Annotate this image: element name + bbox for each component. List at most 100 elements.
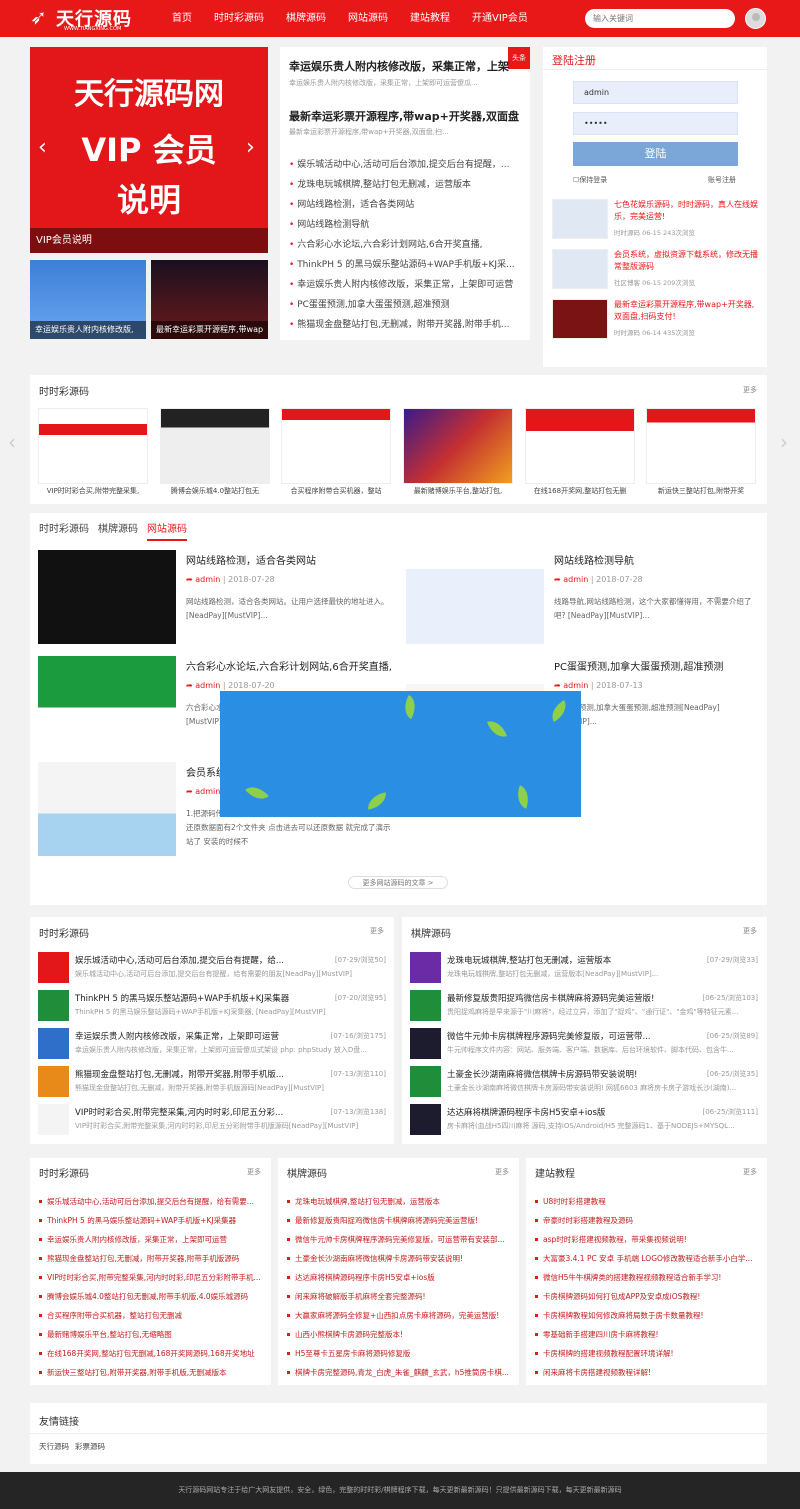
news-list-item[interactable]: • 幸运娱乐贵人附内核修改版，采集正常，上架即可运营: [289, 277, 525, 290]
tab-ssc[interactable]: 时时彩源码: [39, 520, 89, 535]
list-link[interactable]: 最新赌博娱乐平台,整站打包,无缩略图: [39, 1329, 265, 1340]
banner-next-icon[interactable]: ›: [246, 135, 255, 160]
article-title[interactable]: 网站线路检测，适合各类网站: [186, 552, 391, 567]
login-list-item[interactable]: 会员系统，虚拟资源下载系统，修改无播常整版源码 社区博客 06-15 209次浏…: [552, 249, 762, 293]
list-link[interactable]: 龙珠电玩城棋牌,整站打包无删减，运营版本: [287, 1196, 513, 1207]
carousel-caption[interactable]: 腾博会娱乐城4.0整站打包无: [160, 486, 270, 496]
list-link[interactable]: 在线168开奖网,整站打包无删减,168开奖网源码,168开奖地址: [39, 1348, 265, 1359]
nav-item-home[interactable]: 首页: [172, 0, 192, 37]
list-title[interactable]: 龙珠电玩城棋牌,整站打包无删减，运营版本: [447, 954, 687, 966]
more-link[interactable]: 更多: [743, 1167, 757, 1177]
floating-ad-overlay[interactable]: [220, 691, 581, 817]
carousel-image[interactable]: [38, 408, 148, 484]
list-item[interactable]: VIP时时彩合买,附带完整采集,河内时时彩,印尼五分彩... [07-13/浏览1…: [38, 1102, 386, 1138]
news-list-item[interactable]: • 网站线路检测，适合各类网站: [289, 197, 525, 210]
list-title[interactable]: ThinkPH 5 的黑马娱乐整站源码+WAP手机版+KJ采集器: [75, 992, 315, 1004]
nav-item-ssc[interactable]: 时时彩源码: [214, 0, 264, 37]
more-link[interactable]: 更多: [743, 385, 757, 395]
list-link[interactable]: 土豪金长沙湖南麻将微信棋牌卡房源码带安装说明!: [287, 1253, 513, 1264]
list-link[interactable]: VIP时时彩合买,附带完整采集,河内时时彩,印尼五分彩附带手机...: [39, 1272, 265, 1283]
list-title[interactable]: 最新修复版贵阳捉鸡微信房卡棋牌麻将源码完美运营版!: [447, 992, 687, 1004]
list-link[interactable]: 卡房棋牌的搭建视频教程配置环境详解!: [535, 1348, 761, 1359]
list-title[interactable]: 娱乐城活动中心,活动可后台添加,提交后台有提醒，给...: [75, 954, 315, 966]
list-link[interactable]: asp时时彩搭建视频教程，带采集视频说明!: [535, 1234, 761, 1245]
tab-website[interactable]: 网站源码: [147, 520, 187, 541]
login-list-item[interactable]: 最新幸运彩票开源程序,带wap+开奖器,双面盘,扫码支付! 时时源码 06-14…: [552, 299, 762, 343]
list-item[interactable]: 最新修复版贵阳捉鸡微信房卡棋牌麻将源码完美运营版! [06-25/浏览103] 贵阳…: [410, 988, 758, 1024]
more-link[interactable]: 更多: [247, 1167, 261, 1177]
list-link[interactable]: 合买程序附带合买机器，整站打包无删减: [39, 1310, 265, 1321]
list-link[interactable]: 微信H5牛牛棋牌类的搭建教程视频教程适合新手学习!: [535, 1272, 761, 1283]
password-field[interactable]: [573, 112, 738, 135]
more-link[interactable]: 更多: [370, 926, 384, 936]
login-list-item[interactable]: 七色花娱乐源码，时时源码，真人在线娱乐，完美运营! 时时源码 06-15 243…: [552, 199, 762, 243]
article-card[interactable]: 网站线路检测，适合各类网站 ➦ admin | 2018-07-28 网站线路检…: [38, 550, 393, 650]
carousel-caption[interactable]: 新运快三整站打包,附带开奖: [646, 486, 756, 496]
nav-item-vip[interactable]: 开通VIP会员: [472, 0, 528, 37]
list-link[interactable]: 微信牛元帅卡房棋牌程序源码完美修复版，可运营带有安装部...: [287, 1234, 513, 1245]
carousel-image[interactable]: [646, 408, 756, 484]
friend-link[interactable]: 天行源码: [39, 1441, 69, 1452]
login-button[interactable]: 登陆: [573, 142, 738, 166]
list-link[interactable]: U8时时彩搭建教程: [535, 1196, 761, 1207]
banner-caption[interactable]: VIP会员说明: [30, 228, 268, 253]
list-title[interactable]: 熊猫现金盘整站打包,无删减，附带开奖器,附带手机版...: [75, 1068, 315, 1080]
list-link[interactable]: 卡房棋牌源码如何打包成APP及安卓成iOS教程!: [535, 1291, 761, 1302]
banner-prev-icon[interactable]: ‹: [38, 135, 47, 160]
news-list-item[interactable]: • 网站线路检测导航: [289, 217, 525, 230]
list-item[interactable]: 达达麻将棋牌源码程序卡房H5安卓+ios版 [06-25/浏览111] 房卡麻将(血…: [410, 1102, 758, 1138]
list-title[interactable]: 会员系统，虚拟资源下载系统，修改无播常整版源码: [614, 249, 762, 273]
list-link[interactable]: 腾博会娱乐城4.0整站打包无删减,附带手机版,4.0娱乐城源码: [39, 1291, 265, 1302]
list-title[interactable]: 幸运娱乐贵人附内核修改版，采集正常，上架即可运营: [75, 1030, 315, 1042]
banner-thumb-2[interactable]: 最新幸运彩票开源程序,带wap: [151, 260, 268, 339]
list-link[interactable]: 最新修复版贵阳捉鸡微信房卡棋牌麻将源码完美运营版!: [287, 1215, 513, 1226]
article-title[interactable]: 六合彩心水论坛,六合彩计划网站,6合开奖直播,: [186, 658, 391, 673]
list-link[interactable]: 新运快三整站打包,附带开奖器,附带手机版,无删减版本: [39, 1367, 265, 1378]
list-item[interactable]: 微信牛元帅卡房棋牌程序源码完美修复版，可运营带... [06-25/浏览89] 牛元…: [410, 1026, 758, 1062]
headline-title[interactable]: 幸运娱乐贵人附内核修改版，采集正常，上架: [289, 58, 509, 74]
list-link[interactable]: 熊猫现金盘整站打包,无删减，附带开奖器,附带手机版源码: [39, 1253, 265, 1264]
carousel-prev-icon[interactable]: ‹: [8, 430, 16, 454]
tab-qipai[interactable]: 棋牌源码: [98, 520, 138, 535]
list-title[interactable]: 七色花娱乐源码，时时源码，真人在线娱乐，完美运营!: [614, 199, 762, 223]
carousel-image[interactable]: [525, 408, 635, 484]
carousel-caption[interactable]: 合买程序附带合买机器，整站: [281, 486, 391, 496]
list-title[interactable]: 达达麻将棋牌源码程序卡房H5安卓+ios版: [447, 1106, 687, 1118]
username-field[interactable]: [573, 81, 738, 104]
list-item[interactable]: 龙珠电玩城棋牌,整站打包无删减，运营版本 [07-29/浏览33] 龙珠电玩城棋牌,…: [410, 950, 758, 986]
list-link[interactable]: H5至尊卡五星房卡麻将源码修复版: [287, 1348, 513, 1359]
article-title[interactable]: 网站线路检测导航: [554, 552, 759, 567]
nav-item-tutorial[interactable]: 建站教程: [410, 0, 450, 37]
article-title[interactable]: PC蛋蛋预测,加拿大蛋蛋预测,超准预测: [554, 658, 759, 673]
vip-banner[interactable]: 天行源码网 VIP 会员 说明 ‹ › VIP会员说明: [30, 47, 268, 253]
list-link[interactable]: 娱乐城活动中心,活动可后台添加,提交后台有提醒，给有需要...: [39, 1196, 265, 1207]
remember-checkbox[interactable]: ☐保持登录: [573, 175, 607, 185]
list-link[interactable]: 闲来麻将卡房搭建视频教程详解!: [535, 1367, 761, 1378]
nav-item-website[interactable]: 网站源码: [348, 0, 388, 37]
search-input[interactable]: [585, 9, 735, 28]
list-item[interactable]: 熊猫现金盘整站打包,无删减，附带开奖器,附带手机版... [07-13/浏览110…: [38, 1064, 386, 1100]
list-item[interactable]: 幸运娱乐贵人附内核修改版，采集正常，上架即可运营 [07-16/浏览175] 幸运娱…: [38, 1026, 386, 1062]
list-link[interactable]: 大赢家麻将源码全修复+山西扣点房卡麻将源码，完美运营版!: [287, 1310, 513, 1321]
register-link[interactable]: 账号注册: [708, 175, 736, 185]
list-link[interactable]: 幸运娱乐贵人附内核修改版，采集正常，上架即可运营: [39, 1234, 265, 1245]
list-title[interactable]: 土豪金长沙湖南麻将微信棋牌卡房源码带安装说明!: [447, 1068, 687, 1080]
list-link[interactable]: 帝豪时时彩搭建教程及源码: [535, 1215, 761, 1226]
carousel-caption[interactable]: VIP时时彩合买,附带完整采集,: [38, 486, 148, 496]
nav-item-qipai[interactable]: 棋牌源码: [286, 0, 326, 37]
list-link[interactable]: 山西小熊棋牌卡房源码完整版本!: [287, 1329, 513, 1340]
list-title[interactable]: 最新幸运彩票开源程序,带wap+开奖器,双面盘,扫码支付!: [614, 299, 762, 323]
list-link[interactable]: 棋牌卡房完整源码,青龙_白虎_朱雀_麒麟_玄武，h5推筒房卡棋...: [287, 1367, 513, 1378]
site-logo[interactable]: ➶ 天行源码 WWW.TIANGXING.COM: [30, 4, 158, 34]
more-link[interactable]: 更多: [743, 926, 757, 936]
list-link[interactable]: ThinkPH 5 的黑马娱乐整站源码+WAP手机版+KJ采集器: [39, 1215, 265, 1226]
carousel-caption[interactable]: 在线168开奖网,整站打包无删: [525, 486, 635, 496]
headline-title[interactable]: 最新幸运彩票开源程序,带wap+开奖器,双面盘: [289, 108, 519, 124]
list-link[interactable]: 达达麻将棋牌源码程序卡房H5安卓+ios版: [287, 1272, 513, 1283]
carousel-image[interactable]: [160, 408, 270, 484]
news-list-item[interactable]: • 熊猫现金盘整站打包,无删减，附带开奖器,附带手机...: [289, 317, 525, 330]
list-item[interactable]: 土豪金长沙湖南麻将微信棋牌卡房源码带安装说明! [06-25/浏览35] 土豪金长沙…: [410, 1064, 758, 1100]
list-item[interactable]: ThinkPH 5 的黑马娱乐整站源码+WAP手机版+KJ采集器 [07-20/浏…: [38, 988, 386, 1024]
carousel-image[interactable]: [403, 408, 513, 484]
carousel-image[interactable]: [281, 408, 391, 484]
